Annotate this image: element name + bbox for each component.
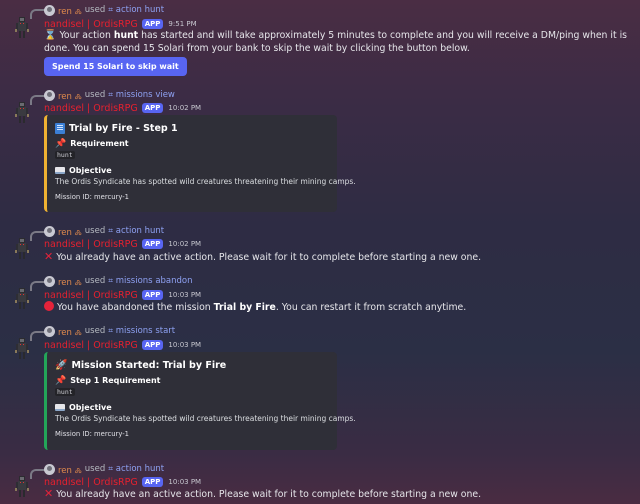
message-header: nandisel | OrdisRPG APP 10:03 PM xyxy=(44,338,201,352)
message-header: nandisel | OrdisRPG APP 10:02 PM xyxy=(44,237,201,251)
embed-title-text: Trial by Fire - Step 1 xyxy=(69,122,178,134)
embed-field-name: Objective xyxy=(55,402,329,413)
text-segment: Your action xyxy=(59,30,114,41)
reply-context[interactable]: ren 🝆 used ⌗ action hunt xyxy=(44,3,164,17)
embed-field-name: Objective xyxy=(55,165,329,176)
message-content: You have abandoned the mission Trial by … xyxy=(44,301,634,315)
reply-command[interactable]: ⌗ missions view xyxy=(108,90,175,100)
author-name[interactable]: nandisel | OrdisRPG xyxy=(44,340,138,351)
pushpin-icon: 📌 xyxy=(55,138,67,149)
embed-footer: Mission ID: mercury-1 xyxy=(55,430,130,438)
app-badge: APP xyxy=(141,290,164,300)
message-header: nandisel | OrdisRPG APP 10:03 PM xyxy=(44,288,201,302)
robot-avatar-icon[interactable] xyxy=(14,102,30,124)
author-name[interactable]: nandisel | OrdisRPG xyxy=(44,19,138,30)
text-segment: You have abandoned the mission xyxy=(57,302,214,313)
reply-used-label: used xyxy=(84,464,106,474)
embed-title: Trial by Fire - Step 1 xyxy=(55,121,329,135)
field-name-text: Step 1 Requirement xyxy=(70,376,161,385)
mission-name: Trial by Fire xyxy=(213,302,276,313)
mission-embed: Trial by Fire - Step 1 📌 Requirement hunt… xyxy=(44,115,356,212)
timestamp: 10:03 PM xyxy=(168,291,202,299)
timestamp: 10:03 PM xyxy=(168,478,202,486)
author-name[interactable]: nandisel | OrdisRPG xyxy=(44,290,138,301)
open-book-icon xyxy=(55,404,65,411)
reply-command[interactable]: ⌗ action hunt xyxy=(108,464,164,474)
reply-used-label: used xyxy=(84,90,106,100)
message-content: ⌛ Your action hunt has started and will t… xyxy=(44,30,634,55)
user-mini-avatar[interactable] xyxy=(44,225,55,237)
red-circle-icon xyxy=(44,301,54,311)
message-header: nandisel | OrdisRPG APP 10:03 PM xyxy=(44,475,201,489)
embed-title: 🚀 Mission Started: Trial by Fire xyxy=(55,358,329,372)
message-header: nandisel | OrdisRPG APP 9:51 PM xyxy=(44,17,197,31)
app-badge: APP xyxy=(141,340,164,350)
reply-context[interactable]: ren 🝆 used ⌗ action hunt xyxy=(44,224,164,238)
embed-field-value: The Ordis Syndicate has spotted wild cre… xyxy=(55,414,356,423)
pushpin-icon: 📌 xyxy=(55,375,67,386)
action-name: hunt xyxy=(113,30,139,41)
message-header: nandisel | OrdisRPG APP 10:02 PM xyxy=(44,101,201,115)
timestamp: 10:02 PM xyxy=(168,104,202,112)
embed-field-name: 📌 Requirement xyxy=(55,138,329,149)
robot-avatar-icon[interactable] xyxy=(14,288,30,310)
embed-field-value: The Ordis Syndicate has spotted wild cre… xyxy=(55,177,356,186)
reply-used-label: used xyxy=(84,276,106,286)
reply-command[interactable]: ⌗ action hunt xyxy=(108,226,164,236)
embed-field-name: 📌 Step 1 Requirement xyxy=(55,375,329,386)
field-name-text: Objective xyxy=(69,166,112,175)
reply-command[interactable]: ⌗ missions start xyxy=(108,326,175,336)
robot-avatar-icon[interactable] xyxy=(14,338,30,360)
blue-book-icon xyxy=(55,122,65,134)
reply-used-label: used xyxy=(84,326,106,336)
app-badge: APP xyxy=(141,103,164,113)
field-name-text: Requirement xyxy=(70,139,129,148)
robot-avatar-icon[interactable] xyxy=(14,238,30,260)
hourglass-icon: ⌛ xyxy=(44,30,57,41)
reply-used-label: used xyxy=(84,5,106,15)
mission-started-embed: 🚀 Mission Started: Trial by Fire 📌 Step 1 … xyxy=(44,352,356,450)
cross-mark-icon: ✕ xyxy=(44,487,54,500)
user-mini-avatar[interactable] xyxy=(44,463,55,475)
embed-title-text: Mission Started: Trial by Fire xyxy=(71,359,227,371)
timestamp: 10:03 PM xyxy=(168,341,202,349)
embed-footer: Mission ID: mercury-1 xyxy=(55,193,130,201)
user-mini-avatar[interactable] xyxy=(44,325,55,337)
message-content: ✕ You already have an active action. Plea… xyxy=(44,250,634,265)
app-badge: APP xyxy=(141,239,164,249)
timestamp: 10:02 PM xyxy=(168,240,202,248)
reply-context[interactable]: ren 🝆 used ⌗ missions start xyxy=(44,324,175,338)
app-badge: APP xyxy=(141,19,164,29)
reply-command[interactable]: ⌗ action hunt xyxy=(108,5,164,15)
cross-mark-icon: ✕ xyxy=(44,250,54,263)
text-segment: You already have an active action. Pleas… xyxy=(56,252,482,263)
field-name-text: Objective xyxy=(69,403,112,412)
robot-avatar-icon[interactable] xyxy=(14,17,30,39)
embed-field-value: hunt xyxy=(55,149,329,160)
reply-context[interactable]: ren 🝆 used ⌗ action hunt xyxy=(44,462,164,476)
skip-wait-button[interactable]: Spend 15 Solari to skip wait xyxy=(44,57,187,76)
text-segment: You already have an active action. Pleas… xyxy=(56,489,482,500)
text-segment: . You can restart it from scratch anytim… xyxy=(275,302,467,313)
reply-context[interactable]: ren 🝆 used ⌗ missions view xyxy=(44,88,175,102)
reply-command[interactable]: ⌗ missions abandon xyxy=(108,276,192,286)
user-mini-avatar[interactable] xyxy=(44,4,55,16)
author-name[interactable]: nandisel | OrdisRPG xyxy=(44,103,138,114)
open-book-icon xyxy=(55,167,65,174)
embed-field-value: hunt xyxy=(55,386,329,397)
reply-used-label: used xyxy=(84,226,106,236)
app-badge: APP xyxy=(141,477,164,487)
robot-avatar-icon[interactable] xyxy=(14,476,30,498)
timestamp: 9:51 PM xyxy=(168,20,197,28)
user-mini-avatar[interactable] xyxy=(44,275,55,287)
author-name[interactable]: nandisel | OrdisRPG xyxy=(44,477,138,488)
reply-context[interactable]: ren 🝆 used ⌗ missions abandon xyxy=(44,274,193,288)
message-content: ✕ You already have an active action. Plea… xyxy=(44,487,634,502)
user-mini-avatar[interactable] xyxy=(44,89,55,101)
requirement-code: hunt xyxy=(55,388,75,396)
rocket-icon: 🚀 xyxy=(55,359,68,371)
requirement-code: hunt xyxy=(55,151,75,159)
author-name[interactable]: nandisel | OrdisRPG xyxy=(44,239,138,250)
